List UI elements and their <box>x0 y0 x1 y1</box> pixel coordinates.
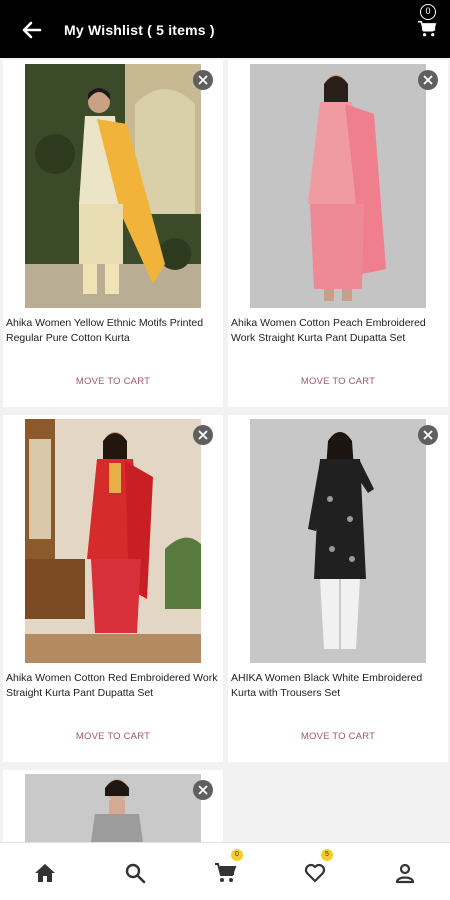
product-image[interactable] <box>250 64 426 308</box>
wishlist-card[interactable]: Ahika Women Cotton Peach Embroidered Wor… <box>228 60 448 407</box>
wishlist-card[interactable]: AHIKA Women Black White Embroidered Kurt… <box>228 415 448 762</box>
close-icon <box>198 430 208 440</box>
close-icon <box>198 75 208 85</box>
product-name[interactable]: Ahika Women Cotton Red Embroidered Work … <box>6 671 222 701</box>
wishlist-card[interactable]: Ahika Women Yellow Ethnic Motifs Printed… <box>3 60 223 407</box>
back-arrow-icon[interactable] <box>18 16 46 44</box>
home-icon <box>35 864 55 882</box>
remove-item-button[interactable] <box>418 425 438 445</box>
remove-item-button[interactable] <box>193 425 213 445</box>
remove-item-button[interactable] <box>193 70 213 90</box>
product-image[interactable] <box>25 774 201 842</box>
product-name[interactable]: Ahika Women Yellow Ethnic Motifs Printed… <box>6 316 222 346</box>
nav-wishlist[interactable]: 5 <box>303 849 333 885</box>
bottom-navigation: 0 5 <box>0 842 450 900</box>
move-to-cart-button[interactable]: MOVE TO CART <box>3 376 223 387</box>
remove-item-button[interactable] <box>193 780 213 800</box>
product-name[interactable]: Ahika Women Cotton Peach Embroidered Wor… <box>231 316 447 346</box>
product-image[interactable] <box>25 419 201 663</box>
nav-cart[interactable]: 0 <box>213 849 243 885</box>
product-image[interactable] <box>250 419 426 663</box>
cart-badge: 0 <box>231 849 243 861</box>
header-cart-count: 0 <box>420 4 436 20</box>
search-icon <box>125 863 146 884</box>
wishlist-badge: 5 <box>321 849 333 861</box>
product-image[interactable] <box>25 64 201 308</box>
shopping-cart-icon <box>418 20 437 37</box>
user-icon <box>395 863 415 884</box>
product-name[interactable]: AHIKA Women Black White Embroidered Kurt… <box>231 671 447 701</box>
cart-icon <box>215 863 237 882</box>
close-icon <box>198 785 208 795</box>
move-to-cart-button[interactable]: MOVE TO CART <box>3 731 223 742</box>
heart-icon <box>304 863 326 883</box>
page-title: My Wishlist ( 5 items ) <box>64 22 215 38</box>
nav-home[interactable] <box>33 861 57 885</box>
close-icon <box>423 430 433 440</box>
wishlist-card[interactable]: Ahika Women Cotton Red Embroidered Work … <box>3 415 223 762</box>
nav-search[interactable] <box>123 861 147 885</box>
move-to-cart-button[interactable]: MOVE TO CART <box>228 376 448 387</box>
wishlist-grid: Ahika Women Yellow Ethnic Motifs Printed… <box>0 58 450 842</box>
remove-item-button[interactable] <box>418 70 438 90</box>
header-cart-button[interactable]: 0 <box>414 4 442 40</box>
nav-profile[interactable] <box>393 861 417 885</box>
wishlist-card[interactable] <box>3 770 223 842</box>
close-icon <box>423 75 433 85</box>
top-app-bar: My Wishlist ( 5 items ) 0 <box>0 0 450 58</box>
move-to-cart-button[interactable]: MOVE TO CART <box>228 731 448 742</box>
